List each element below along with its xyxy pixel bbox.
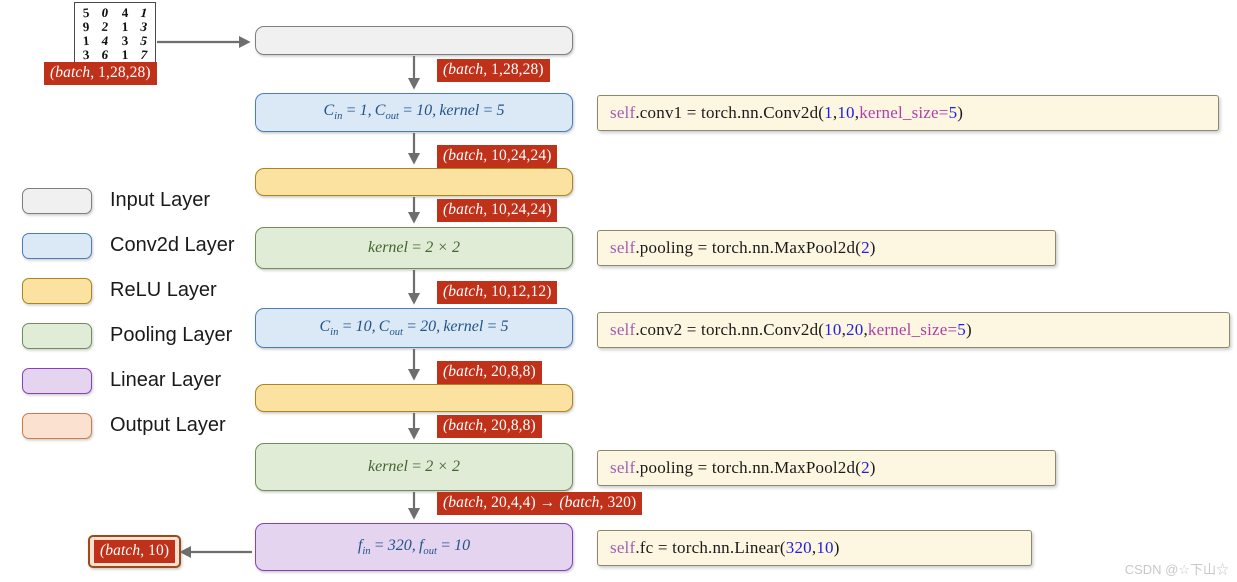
- layer-block-conv2d-2[interactable]: Cin = 10, Cout = 20, kernel = 5: [255, 308, 573, 348]
- code-token-self: self: [610, 458, 636, 477]
- legend-swatch-conv2d-layer: [22, 232, 92, 259]
- pool2-params-label: kernel = 2 × 2: [368, 458, 460, 475]
- code-token-self: self: [610, 238, 636, 257]
- conv2-params-label: Cin = 10, Cout = 20, kernel = 5: [319, 317, 509, 339]
- mnist-row: 9 2 1 3: [79, 18, 151, 34]
- code-token-arg1: 10: [824, 320, 842, 339]
- code-token-arg3: 5: [948, 103, 958, 122]
- legend-item-pooling-layer: Pooling Layer: [22, 313, 235, 358]
- layer-block-linear[interactable]: fin = 320, fout = 10: [255, 523, 573, 571]
- code-token-close: ): [833, 538, 840, 557]
- mnist-digit: 1: [138, 4, 150, 20]
- legend-label: ReLU Layer: [110, 279, 217, 301]
- layer-block-conv2d-1[interactable]: Cin = 1, Cout = 10, kernel = 5: [255, 93, 573, 132]
- code-token-close: ): [869, 458, 876, 477]
- diagram-canvas: 5 0 4 1 9 2 1 3 1 4 3 5 3 6 1 7 (batch, …: [0, 0, 1237, 582]
- mnist-digit: 3: [138, 18, 150, 34]
- code-token-close: ): [957, 103, 964, 122]
- legend-label: Input Layer: [110, 189, 211, 211]
- code-token-arg1: 1: [824, 103, 833, 122]
- shape-tag-after-pool2-flatten: (batch, 20,4,4) → (batch, 320): [437, 492, 643, 515]
- shape-tag-after-relu1: (batch, 10,24,24): [437, 199, 558, 222]
- code-token-self: self: [610, 320, 636, 339]
- code-token-arg3: 5: [957, 320, 966, 339]
- code-token-self: self: [610, 103, 636, 122]
- code-token-arg2: 20: [846, 320, 864, 339]
- layer-block-pooling-1[interactable]: kernel = 2 × 2: [255, 227, 573, 269]
- legend-label: Conv2d Layer: [110, 234, 235, 256]
- shape-tag-after-conv2: (batch, 20,8,8): [437, 361, 542, 384]
- code-token-eq: =: [938, 103, 949, 122]
- code-box-pooling1[interactable]: self .pooling = torch.nn.MaxPool2d(2): [597, 230, 1056, 266]
- shape-tag-after-relu2: (batch, 20,8,8): [437, 415, 542, 438]
- code-token-arg1: 320: [785, 538, 812, 557]
- code-token-call: .conv2 = torch.nn.Conv2d(: [635, 320, 825, 339]
- mnist-digit: 3: [82, 46, 90, 62]
- layer-block-relu-2[interactable]: [255, 384, 573, 412]
- legend-swatch-linear-layer: [22, 367, 92, 394]
- code-token-close: ): [966, 320, 972, 339]
- code-token-kwarg: kernel_size: [867, 320, 948, 339]
- code-token-arg2: 10: [837, 103, 855, 122]
- legend-swatch-relu-layer: [22, 277, 92, 304]
- shape-tag-after-pool1: (batch, 10,12,12): [437, 281, 558, 304]
- legend: Input Layer Conv2d Layer ReLU Layer Pool…: [22, 178, 235, 448]
- legend-item-relu-layer: ReLU Layer: [22, 268, 235, 313]
- legend-label: Output Layer: [110, 414, 226, 436]
- mnist-digit: 5: [138, 32, 150, 48]
- code-token-call: .pooling = torch.nn.MaxPool2d(: [635, 458, 862, 477]
- shape-tag-after-conv1: (batch, 10,24,24): [437, 145, 558, 168]
- code-box-pooling2[interactable]: self .pooling = torch.nn.MaxPool2d(2): [597, 450, 1056, 486]
- layer-block-relu-1[interactable]: [255, 168, 573, 196]
- mnist-row: 1 4 3 5: [79, 32, 151, 48]
- code-token-kwarg: kernel_size: [859, 103, 939, 122]
- mnist-row: 3 6 1 7: [79, 46, 151, 62]
- legend-item-input-layer: Input Layer: [22, 178, 235, 223]
- mnist-digit: 5: [82, 4, 90, 20]
- legend-label: Linear Layer: [110, 369, 222, 391]
- mnist-digit: 1: [121, 18, 129, 34]
- code-box-conv1[interactable]: self .conv1 = torch.nn.Conv2d(1, 10, kern…: [597, 95, 1219, 131]
- mnist-digit: 9: [82, 18, 90, 34]
- mnist-sample-image: 5 0 4 1 9 2 1 3 1 4 3 5 3 6 1 7: [74, 2, 156, 64]
- pool1-params-label: kernel = 2 × 2: [368, 239, 460, 256]
- code-token-call: .conv1 = torch.nn.Conv2d(: [635, 103, 825, 122]
- code-token-call: .fc = torch.nn.Linear(: [635, 538, 786, 557]
- mnist-digit: 1: [82, 32, 90, 48]
- watermark: CSDN @☆下山☆: [1124, 562, 1229, 577]
- legend-item-output-layer: Output Layer: [22, 403, 235, 448]
- mnist-digit: 6: [101, 46, 110, 62]
- layer-block-input[interactable]: [255, 26, 573, 55]
- code-token-self: self: [610, 538, 636, 557]
- code-token-arg1: 2: [861, 458, 870, 477]
- mnist-digit: 7: [138, 46, 150, 62]
- shape-tag-input-sample: (batch, 1,28,28): [44, 62, 157, 85]
- shape-tag-output: (batch, 10): [94, 540, 176, 563]
- legend-item-conv2d-layer: Conv2d Layer: [22, 223, 235, 268]
- code-token-arg2: 10: [816, 538, 834, 557]
- code-box-fc[interactable]: self .fc = torch.nn.Linear(320, 10): [597, 530, 1032, 566]
- legend-swatch-output-layer: [22, 412, 92, 439]
- mnist-digit: 4: [121, 4, 129, 20]
- legend-label: Pooling Layer: [110, 324, 233, 346]
- mnist-digit: 4: [101, 32, 110, 48]
- output-layer-box[interactable]: (batch, 10): [88, 535, 182, 568]
- code-token-eq: =: [947, 320, 958, 339]
- mnist-row: 5 0 4 1: [79, 4, 151, 20]
- code-token-call: .pooling = torch.nn.MaxPool2d(: [635, 238, 862, 257]
- mnist-digit: 3: [121, 32, 129, 48]
- layer-block-pooling-2[interactable]: kernel = 2 × 2: [255, 443, 573, 491]
- legend-swatch-pooling-layer: [22, 322, 92, 349]
- code-box-conv2[interactable]: self .conv2 = torch.nn.Conv2d(10, 20, ker…: [597, 312, 1230, 348]
- legend-item-linear-layer: Linear Layer: [22, 358, 235, 403]
- legend-swatch-input-layer: [22, 187, 92, 214]
- code-token-close: ): [869, 238, 876, 257]
- mnist-digit: 1: [121, 46, 129, 62]
- mnist-digit: 0: [101, 4, 110, 20]
- mnist-digit: 2: [101, 18, 110, 34]
- fc-params-label: fin = 320, fout = 10: [357, 536, 471, 558]
- conv1-params-label: Cin = 1, Cout = 10, kernel = 5: [323, 102, 505, 123]
- code-token-arg1: 2: [861, 238, 870, 257]
- shape-tag-after-input: (batch, 1,28,28): [437, 59, 550, 82]
